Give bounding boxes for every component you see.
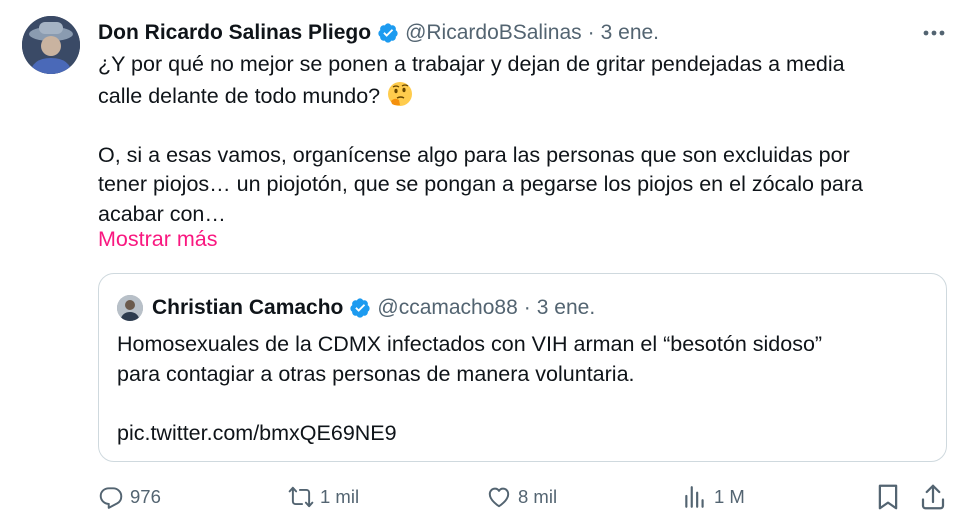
- reply-button[interactable]: 976: [98, 478, 161, 516]
- share-button[interactable]: [918, 482, 948, 512]
- like-button[interactable]: 8 mil: [486, 478, 557, 516]
- reply-icon: [99, 487, 123, 509]
- quote-text-line: Homosexuales de la CDMX infectados con V…: [117, 332, 823, 356]
- retweet-icon: [288, 486, 314, 508]
- tweet-text-line: calle delante de todo mundo?: [98, 80, 928, 112]
- author-name[interactable]: Don Ricardo Salinas Pliego: [98, 21, 371, 45]
- verified-badge-icon: [350, 298, 371, 318]
- views-count: 1 M: [714, 486, 745, 507]
- quoted-tweet[interactable]: Christian Camacho @ccamacho88 · 3 ene. H…: [98, 273, 947, 462]
- more-options-icon[interactable]: [921, 22, 947, 44]
- retweet-button[interactable]: 1 mil: [288, 478, 359, 516]
- views-button[interactable]: 1 M: [682, 478, 745, 516]
- tweet-text-line: tener piojos… un piojotón, que se pongan…: [98, 172, 863, 196]
- tweet-text: ¿Y por qué no mejor se ponen a trabajar …: [98, 50, 928, 229]
- quote-avatar[interactable]: [117, 295, 143, 321]
- quote-author-handle[interactable]: @ccamacho88: [377, 296, 517, 320]
- like-count: 8 mil: [518, 486, 558, 507]
- quote-author-name[interactable]: Christian Camacho: [152, 296, 343, 320]
- show-more-link[interactable]: Mostrar más: [98, 227, 217, 252]
- separator-dot: ·: [587, 21, 595, 44]
- tweet-text-line: O, si a esas vamos, organícense algo par…: [98, 142, 850, 167]
- tweet-text-line: ¿Y por qué no mejor se ponen a trabajar …: [98, 52, 845, 76]
- verified-badge-icon: [378, 23, 398, 43]
- retweet-count: 1 mil: [320, 486, 360, 507]
- bookmark-button[interactable]: [873, 482, 903, 512]
- quote-text: Homosexuales de la CDMX infectados con V…: [117, 330, 917, 448]
- thinking-face-icon: [388, 81, 413, 106]
- tweet-text-span: calle delante de todo mundo?: [98, 83, 381, 108]
- share-icon: [921, 484, 945, 510]
- quote-date[interactable]: 3 ene.: [537, 296, 595, 320]
- heart-icon: [488, 487, 510, 508]
- views-chart-icon: [685, 486, 704, 508]
- quote-text-line: para contagiar a otras personas de maner…: [117, 361, 635, 386]
- tweet-text-line: acabar con…: [98, 201, 226, 226]
- avatar-image: [22, 16, 80, 74]
- separator-dot: ·: [523, 296, 531, 319]
- bookmark-icon: [878, 484, 898, 510]
- author-handle[interactable]: @RicardoBSalinas: [405, 21, 582, 45]
- quote-link[interactable]: pic.twitter.com/bmxQE69NE9: [117, 419, 917, 449]
- quote-header: Christian Camacho @ccamacho88 · 3 ene.: [117, 294, 595, 322]
- tweet-header: Don Ricardo Salinas Pliego @RicardoBSali…: [98, 18, 659, 48]
- tweet-date[interactable]: 3 ene.: [601, 21, 659, 45]
- avatar[interactable]: [22, 16, 80, 74]
- action-bar: 976 1 mil 8 mil 1 M: [98, 478, 949, 516]
- reply-count: 976: [130, 486, 161, 507]
